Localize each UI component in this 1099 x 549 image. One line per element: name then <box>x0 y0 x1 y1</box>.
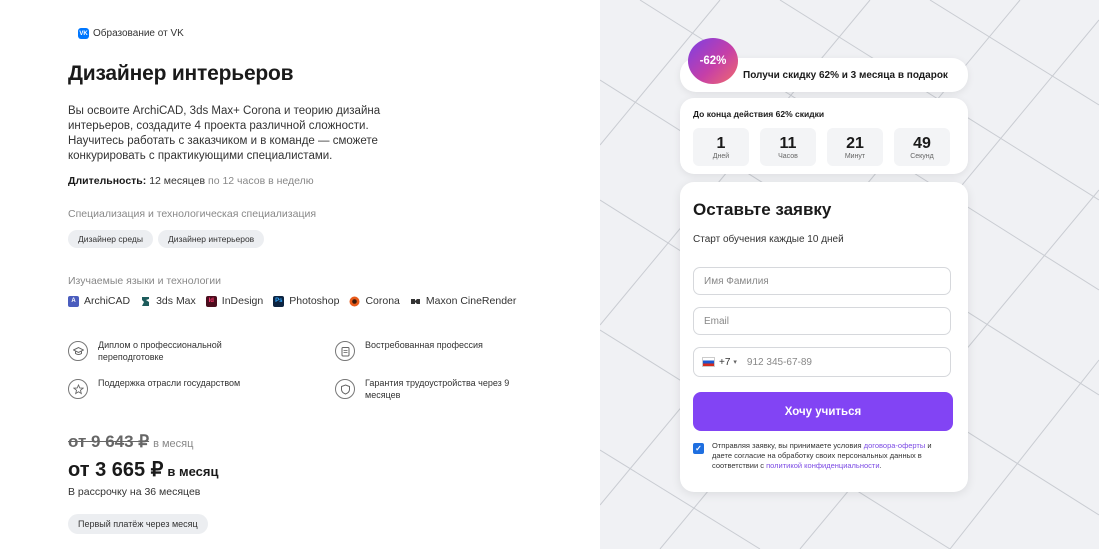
countdown-value: 11 <box>779 134 797 152</box>
consent-checkbox[interactable]: ✓ <box>693 443 704 454</box>
chip-interior-designer[interactable]: Дизайнер интерьеров <box>157 230 265 248</box>
duration-extra: по 12 часов в неделю <box>208 175 314 187</box>
course-duration: Длительность: 12 месяцев по 12 часов в н… <box>68 175 314 187</box>
feature-job-guarantee: Гарантия трудоустройства через 9 месяцев <box>335 378 535 401</box>
countdown-seconds: 49 Секунд <box>894 128 950 166</box>
specialization-chips: Дизайнер среды Дизайнер интерьеров <box>68 230 265 248</box>
tech-name: 3ds Max <box>156 295 196 307</box>
countdown-days: 1 Дней <box>693 128 749 166</box>
tech-corona: Corona <box>349 295 400 307</box>
course-description: Вы освоите ArchiCAD, 3ds Max+ Corona и т… <box>68 105 381 162</box>
technologies-list: A ArchiCAD 3ds Max Id InDesign Ps Photos… <box>68 295 516 307</box>
countdown-label: Минут <box>844 152 866 160</box>
countdown-hours: 11 Часов <box>760 128 816 166</box>
star-icon <box>68 379 88 399</box>
feature-state-support: Поддержка отрасли государством <box>68 378 268 399</box>
corona-icon <box>349 296 360 307</box>
installment-info: В рассрочку на 36 месяцев <box>68 486 201 498</box>
countdown-minutes: 21 Минут <box>827 128 883 166</box>
promo-text: Получи скидку 62% и 3 месяца в подарок <box>743 70 948 81</box>
photoshop-icon: Ps <box>273 295 285 307</box>
vk-logo-icon: VK <box>78 28 89 39</box>
consent-text-end: . <box>879 461 882 470</box>
tech-indesign: Id InDesign <box>205 295 264 307</box>
countdown-value: 49 <box>913 134 931 152</box>
feature-diploma: Диплом о профессиональной переподготовке <box>68 340 268 363</box>
phone-country-code[interactable]: +7 <box>719 357 730 368</box>
first-payment-badge: Первый платёж через месяц <box>68 514 208 534</box>
chevron-down-icon[interactable]: ▾ <box>733 358 737 366</box>
old-price-value: от 9 643 ₽ <box>68 432 150 451</box>
3dsmax-icon <box>140 296 151 307</box>
graduation-cap-icon <box>68 341 88 361</box>
countdown-boxes: 1 Дней 11 Часов 21 Минут 49 Секунд <box>693 128 950 166</box>
tech-archicad: A ArchiCAD <box>68 295 130 307</box>
new-price: от 3 665 ₽ в месяц <box>68 457 219 482</box>
tech-cinerender: Maxon CineRender <box>410 295 516 307</box>
tech-name: Corona <box>365 295 400 307</box>
cinerender-icon <box>410 296 421 307</box>
consent-text-part1: Отправляя заявку, вы принимаете условия <box>712 441 862 450</box>
tech-name: Photoshop <box>289 295 340 307</box>
shield-icon <box>335 379 355 399</box>
feature-text: Поддержка отрасли государством <box>98 378 241 388</box>
feature-text: Востребованная профессия <box>365 340 483 350</box>
name-input[interactable] <box>693 267 951 295</box>
tech-name: InDesign <box>221 295 264 307</box>
countdown-label: Секунд <box>910 152 934 160</box>
consent-text: Отправляя заявку, вы принимаете условия … <box>712 441 951 471</box>
page-title: Дизайнер интерьеров <box>68 62 294 85</box>
discount-badge: -62% <box>688 38 738 84</box>
new-price-unit: в месяц <box>167 464 219 479</box>
form-title: Оставьте заявку <box>693 200 832 219</box>
brand-badge[interactable]: VK Образование от VK <box>78 28 184 39</box>
feature-text: Диплом о профессиональной переподготовке <box>98 340 222 362</box>
technologies-label: Изучаемые языки и технологии <box>68 275 221 287</box>
phone-input[interactable] <box>744 355 919 369</box>
feature-text: Гарантия трудоустройства через 9 месяцев <box>365 378 510 400</box>
duration-label: Длительность: <box>68 175 147 187</box>
clipboard-icon <box>335 341 355 361</box>
russia-flag-icon[interactable] <box>702 357 715 367</box>
new-price-value: от 3 665 ₽ <box>68 459 164 481</box>
chip-environment-designer[interactable]: Дизайнер среды <box>68 230 153 248</box>
form-subtitle: Старт обучения каждые 10 дней <box>693 234 844 245</box>
countdown-value: 1 <box>716 134 726 152</box>
phone-field: +7 ▾ <box>693 347 951 377</box>
old-price: от 9 643 ₽ в месяц <box>68 432 193 452</box>
tech-3dsmax: 3ds Max <box>140 295 196 307</box>
specialization-label: Специализация и технологическая специали… <box>68 208 317 220</box>
tech-name: Maxon CineRender <box>425 295 517 307</box>
tech-name: ArchiCAD <box>84 295 131 307</box>
archicad-icon: A <box>68 295 79 307</box>
offer-link[interactable]: договора-оферты <box>864 441 926 450</box>
submit-button[interactable]: Хочу учиться <box>693 392 953 431</box>
privacy-policy-link[interactable]: политикой конфиденциальности <box>766 461 879 470</box>
countdown-title: До конца действия 62% скидки <box>693 109 825 119</box>
tech-photoshop: Ps Photoshop <box>273 295 339 307</box>
email-input[interactable] <box>693 307 951 335</box>
countdown-value: 21 <box>846 134 864 152</box>
countdown-label: Часов <box>778 152 798 160</box>
consent-block: ✓ Отправляя заявку, вы принимаете услови… <box>693 441 951 471</box>
indesign-icon: Id <box>205 295 217 307</box>
old-price-unit: в месяц <box>153 438 194 450</box>
countdown-label: Дней <box>712 152 730 160</box>
brand-label: Образование от VK <box>93 28 184 39</box>
duration-value: 12 месяцев <box>149 175 206 187</box>
feature-demanded: Востребованная профессия <box>335 340 535 361</box>
